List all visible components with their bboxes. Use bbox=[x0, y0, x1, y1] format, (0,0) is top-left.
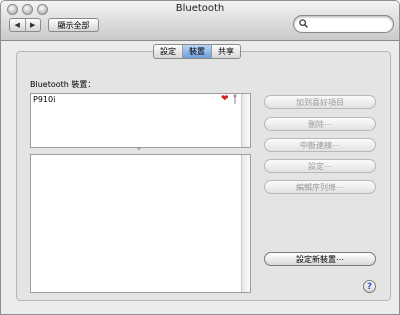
magnifier-icon bbox=[299, 19, 309, 29]
search-field[interactable] bbox=[293, 15, 394, 33]
forward-arrow-icon[interactable]: ▶ bbox=[26, 19, 41, 31]
details-pane-scrollbar[interactable] bbox=[241, 155, 250, 292]
show-all-button[interactable]: 顯示全部 bbox=[48, 18, 99, 32]
window-title: Bluetooth bbox=[175, 3, 225, 14]
devices-list[interactable]: P910i ❤ bbox=[30, 93, 251, 148]
antenna-icon bbox=[232, 94, 238, 107]
disconnect-button[interactable]: 中斷連線⋯ bbox=[264, 138, 376, 152]
help-button[interactable]: ? bbox=[363, 280, 376, 293]
back-forward-control: ◀ ▶ bbox=[9, 18, 41, 32]
devices-list-scrollbar[interactable] bbox=[241, 94, 250, 147]
delete-button[interactable]: 刪除⋯ bbox=[264, 117, 376, 131]
setup-new-device-button[interactable]: 設定新裝置⋯ bbox=[264, 252, 376, 266]
add-to-favorites-button[interactable]: 加到喜好項目 bbox=[264, 95, 376, 109]
preferences-window: Bluetooth ◀ ▶ 顯示全部 設定 裝置 共享 Bluetooth 裝置… bbox=[0, 0, 400, 315]
title-bar: Bluetooth ◀ ▶ 顯示全部 bbox=[1, 1, 399, 41]
search-input[interactable] bbox=[310, 17, 390, 31]
configure-button[interactable]: 設定⋯ bbox=[264, 159, 376, 173]
back-arrow-icon[interactable]: ◀ bbox=[10, 19, 26, 31]
devices-list-label: Bluetooth 裝置： bbox=[30, 80, 96, 89]
tab-bar: 設定 裝置 共享 bbox=[153, 44, 241, 59]
heart-icon: ❤ bbox=[221, 94, 229, 104]
list-item[interactable]: P910i ❤ bbox=[31, 94, 242, 106]
edit-serial-ports-button[interactable]: 編輯序列埠⋯ bbox=[264, 180, 376, 194]
tab-devices[interactable]: 裝置 bbox=[183, 45, 212, 58]
tab-settings[interactable]: 設定 bbox=[154, 45, 183, 58]
device-details-pane bbox=[30, 154, 251, 293]
device-name: P910i bbox=[33, 95, 56, 104]
tab-sharing[interactable]: 共享 bbox=[212, 45, 240, 58]
